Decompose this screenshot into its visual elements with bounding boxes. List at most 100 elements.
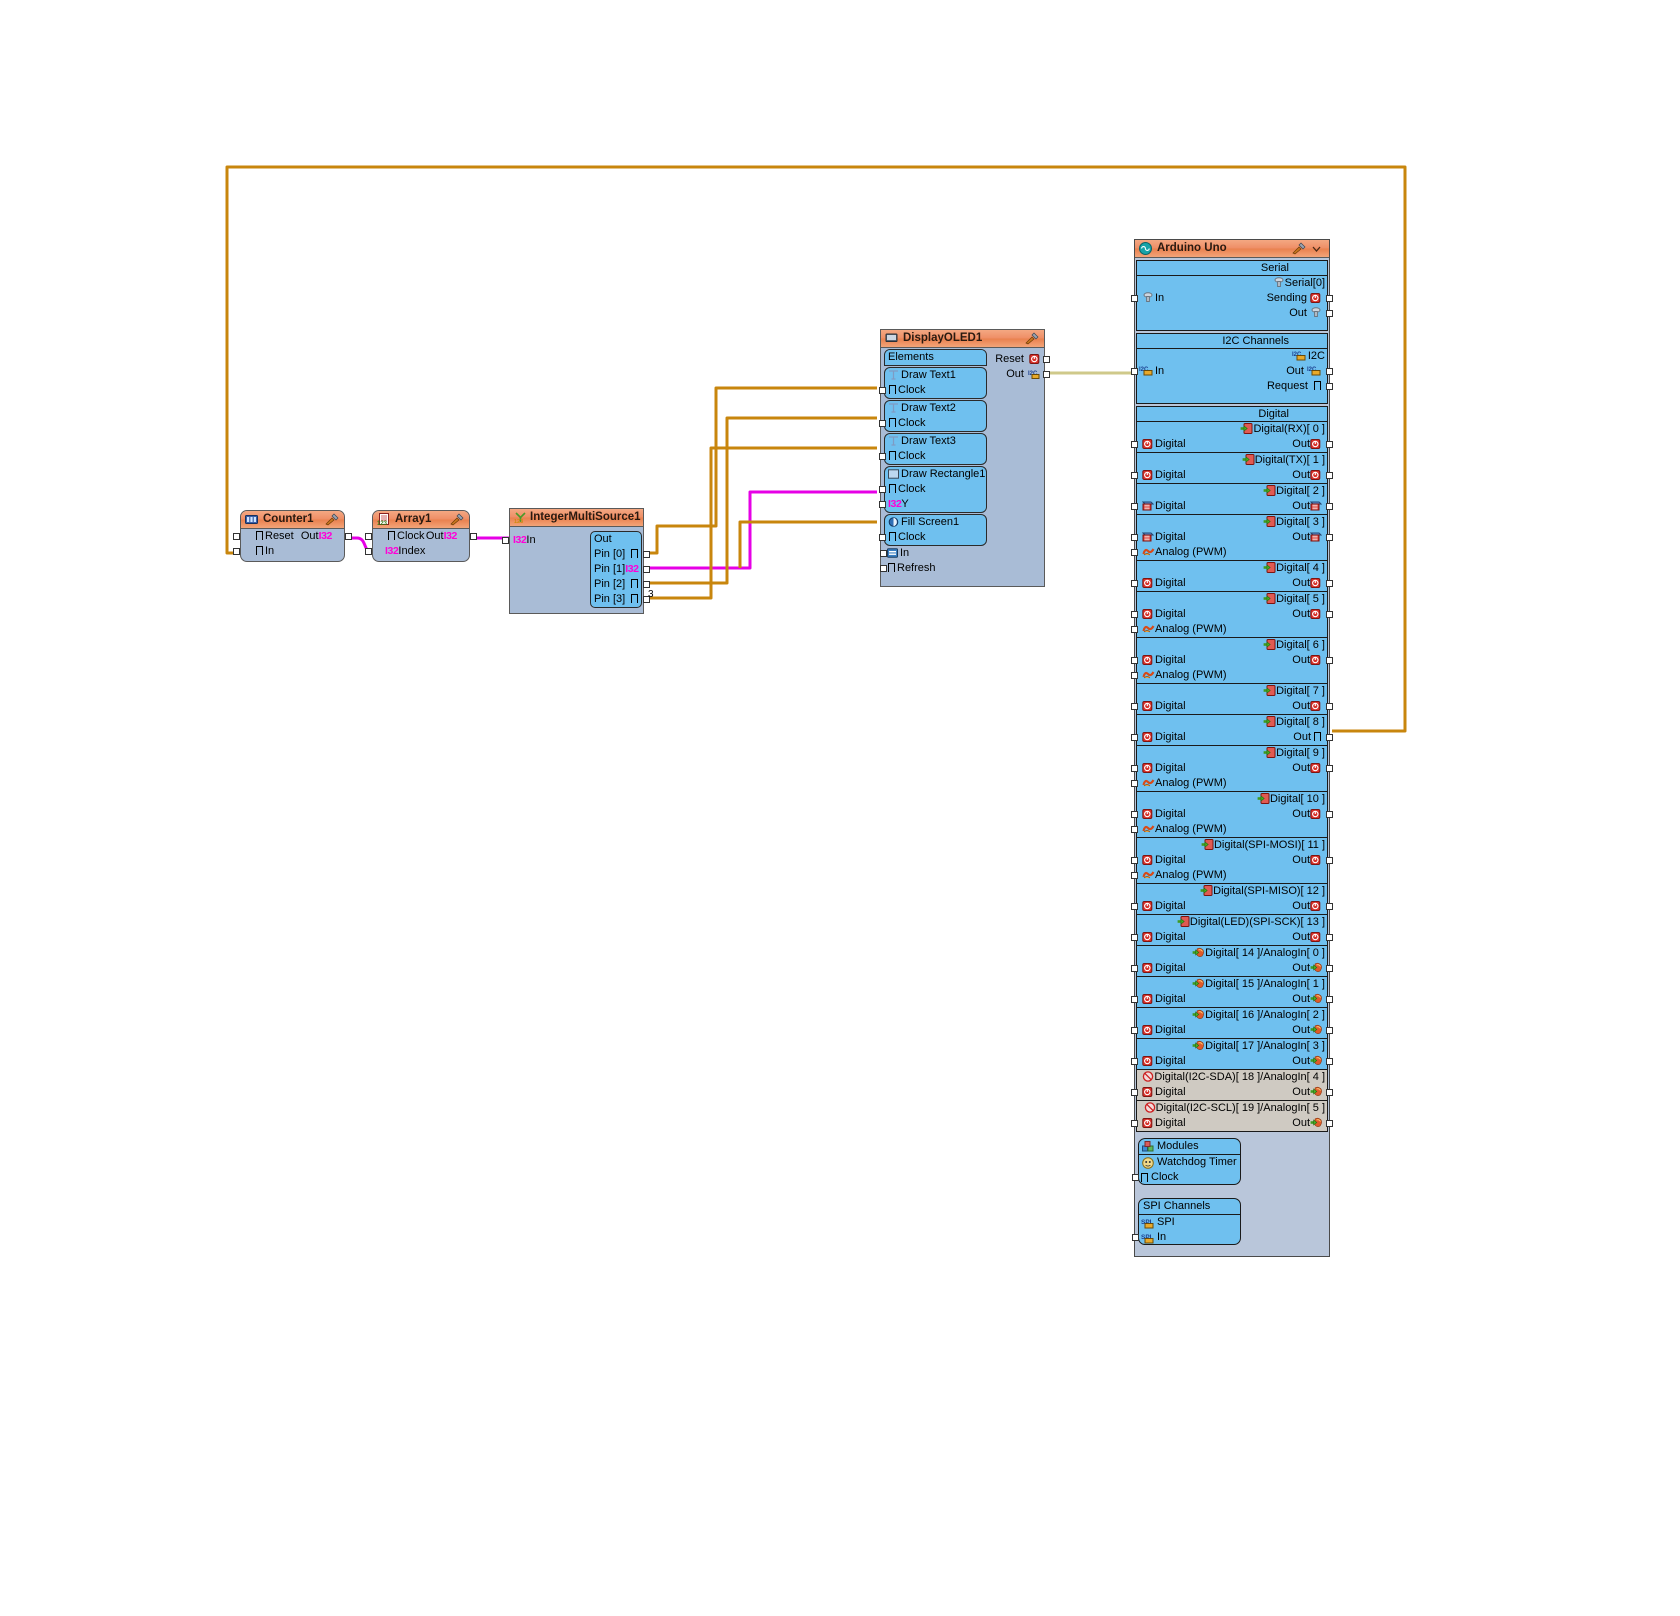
tools-icon[interactable] (325, 513, 340, 526)
arduino-digital-group[interactable]: Digital[ 8 ] Digital Out (1131, 715, 1333, 746)
arduino-pin-row[interactable]: Digital Out (1131, 699, 1333, 714)
oled-drawrect1-y-port[interactable] (879, 501, 886, 508)
arduino-pin-row[interactable]: Digital Out (1131, 653, 1333, 668)
oled-refresh-port[interactable] (880, 565, 887, 572)
arduino-digital-group[interactable]: Digital[ 7 ] Digital Out (1131, 684, 1333, 715)
arduino-pin-port-left[interactable] (1131, 534, 1138, 541)
ims-out-pin3[interactable]: Pin [3] (591, 592, 650, 607)
oled-reset-port[interactable] (1043, 356, 1050, 363)
arduino-pin-port-right[interactable] (1326, 1120, 1333, 1127)
arduino-pin-port-right[interactable] (1326, 472, 1333, 479)
array1-titlebar[interactable]: 123 Array1 (373, 511, 469, 529)
arduino-pin-row[interactable]: Analog (PWM) (1131, 776, 1327, 791)
arduino-pin-row[interactable]: Digital Out (1131, 468, 1333, 483)
arduino-serial0-group[interactable]: Serial[0] In Sending Out (1131, 276, 1333, 330)
arduino-modules-clock[interactable]: Clock (1132, 1170, 1240, 1185)
ims-pin2-port[interactable] (643, 581, 650, 588)
arduino-pin-port-left[interactable] (1131, 903, 1138, 910)
arduino-modules-panel[interactable]: Modules Watchdog Timer Clock (1132, 1138, 1241, 1185)
array1-index-port[interactable] (365, 548, 372, 555)
arduino-pin-row[interactable]: Digital Out (1131, 1054, 1333, 1069)
arduino-digital-group[interactable]: Digital[ 14 ]/AnalogIn[ 0 ] Digital Out (1131, 946, 1333, 977)
arduino-pin-row[interactable]: Digital Out (1131, 730, 1333, 745)
oled-fillscreen1-clock[interactable]: Clock (879, 530, 986, 545)
component-integermultisource1[interactable]: 123 IntegerMultiSource1 I32In Out Pin [0… (502, 508, 654, 614)
arduino-digital-group[interactable]: Digital[ 9 ] Digital Out Analog (PWM) (1131, 746, 1333, 792)
arduino-pin-port-left[interactable] (1131, 1027, 1138, 1034)
arduino-pin-port-left[interactable] (1131, 734, 1138, 741)
arduino-pin-row[interactable]: Digital Out (1131, 499, 1333, 514)
arduino-pin-port-right[interactable] (1326, 965, 1333, 972)
arduino-i2c-in-port[interactable] (1131, 368, 1138, 375)
arduino-i2c-out-port[interactable] (1326, 368, 1333, 375)
arduino-pin-row[interactable]: Analog (PWM) (1131, 622, 1327, 637)
arduino-pin-port-left[interactable] (1131, 626, 1138, 633)
arduino-pin-port-right[interactable] (1326, 734, 1333, 741)
arduino-pin-port-right[interactable] (1326, 765, 1333, 772)
arduino-digital-group[interactable]: Digital[ 15 ]/AnalogIn[ 1 ] Digital Out (1131, 977, 1333, 1008)
ims-titlebar[interactable]: 123 IntegerMultiSource1 (510, 509, 643, 527)
arduino-digital-group[interactable]: Digital(SPI-MOSI)[ 11 ] Digital Out Analog … (1131, 838, 1333, 884)
counter1-reset-port[interactable] (233, 533, 240, 540)
oled-drawrect1-y[interactable]: I32Y (879, 497, 986, 512)
arduino-pin-port-left[interactable] (1131, 872, 1138, 879)
arduino-pin-row[interactable]: Digital Out (1131, 576, 1333, 591)
oled-pin-reset[interactable]: Reset (995, 352, 1050, 367)
arduino-i2c-in[interactable]: I2C In Out I2C (1131, 364, 1333, 379)
arduino-digital-group[interactable]: Digital[ 4 ] Digital Out (1131, 561, 1333, 592)
oled-drawrect1-clock[interactable]: Clock (879, 482, 986, 497)
arduino-pin-row[interactable]: Digital Out (1131, 807, 1333, 822)
counter1-pin-in[interactable]: In (233, 544, 344, 559)
oled-titlebar[interactable]: DisplayOLED1 (881, 330, 1044, 348)
counter1-pin-reset[interactable]: Reset OutI32 (233, 529, 352, 544)
arduino-pin-port-left[interactable] (1131, 1089, 1138, 1096)
arduino-pin-port-left[interactable] (1131, 780, 1138, 787)
arduino-spi-in-port[interactable] (1132, 1234, 1139, 1241)
arduino-pin-row[interactable]: Digital Out (1131, 930, 1333, 945)
array1-clock-port[interactable] (365, 533, 372, 540)
arduino-pin-port-right[interactable] (1326, 703, 1333, 710)
counter1-in-port[interactable] (233, 548, 240, 555)
arduino-i2c-group[interactable]: I2C I2C I2C In Out I2C (1131, 349, 1333, 403)
arduino-serial-sending-port[interactable] (1326, 295, 1333, 302)
ims-pin0-port[interactable] (643, 551, 650, 558)
chevron-down-icon[interactable] (1310, 242, 1325, 255)
arduino-pin-port-right[interactable] (1326, 903, 1333, 910)
arduino-titlebar[interactable]: Arduino Uno (1135, 240, 1329, 258)
arduino-pin-port-left[interactable] (1131, 965, 1138, 972)
arduino-spi-panel[interactable]: SPI Channels SPI SPI SPI In (1132, 1198, 1241, 1245)
arduino-pin-port-left[interactable] (1131, 996, 1138, 1003)
arduino-pin-row[interactable]: Digital Out (1131, 607, 1333, 622)
arduino-pin-row[interactable]: Analog (PWM) (1131, 545, 1327, 560)
arduino-digital-group[interactable]: Digital(I2C-SCL)[ 19 ]/AnalogIn[ 5 ] Digi… (1131, 1101, 1333, 1131)
counter1-titlebar[interactable]: Counter1 (241, 511, 344, 529)
oled-element-drawtext2[interactable]: Draw Text2 Clock (879, 400, 987, 432)
arduino-pin-port-left[interactable] (1131, 826, 1138, 833)
arduino-pin-port-left[interactable] (1131, 441, 1138, 448)
arduino-serial-out[interactable]: Out (1137, 306, 1333, 321)
arduino-digital-group[interactable]: Digital[ 10 ] Digital Out Analog (PWM) (1131, 792, 1333, 838)
arduino-digital-group[interactable]: Digital[ 17 ]/AnalogIn[ 3 ] Digital Out (1131, 1039, 1333, 1070)
arduino-digital-group[interactable]: Digital[ 6 ] Digital Out Analog (PWM) (1131, 638, 1333, 684)
arduino-pin-row[interactable]: Digital Out (1131, 853, 1333, 868)
arduino-pin-port-left[interactable] (1131, 934, 1138, 941)
arduino-pin-port-left[interactable] (1131, 811, 1138, 818)
component-arduino-uno[interactable]: Arduino Uno Serial Serial[0] In Sending … (1131, 239, 1333, 1257)
arduino-pin-port-right[interactable] (1326, 1027, 1333, 1034)
arduino-pin-row[interactable]: Digital Out (1131, 992, 1333, 1007)
arduino-pin-port-left[interactable] (1131, 503, 1138, 510)
arduino-pin-port-right[interactable] (1326, 857, 1333, 864)
arduino-pin-row[interactable]: Digital Out (1131, 1023, 1333, 1038)
array1-out-port[interactable] (470, 533, 477, 540)
oled-element-drawrectangle1[interactable]: Draw Rectangle1 Clock I32Y (879, 466, 987, 513)
oled-fillscreen1-clock-port[interactable] (879, 534, 886, 541)
oled-drawtext3-clock[interactable]: Clock (879, 449, 986, 464)
arduino-pin-port-right[interactable] (1326, 996, 1333, 1003)
arduino-pin-port-left[interactable] (1131, 657, 1138, 664)
component-counter1[interactable]: Counter1 Reset OutI32 In (233, 510, 352, 562)
oled-drawrect1-clock-port[interactable] (879, 486, 886, 493)
array1-pin-clock[interactable]: Clock OutI32 (365, 529, 477, 544)
array1-pin-index[interactable]: I32Index (365, 544, 469, 559)
arduino-digital-group[interactable]: Digital(LED)(SPI-SCK)[ 13 ] Digital Out (1131, 915, 1333, 946)
oled-pin-refresh[interactable]: Refresh (880, 561, 984, 576)
